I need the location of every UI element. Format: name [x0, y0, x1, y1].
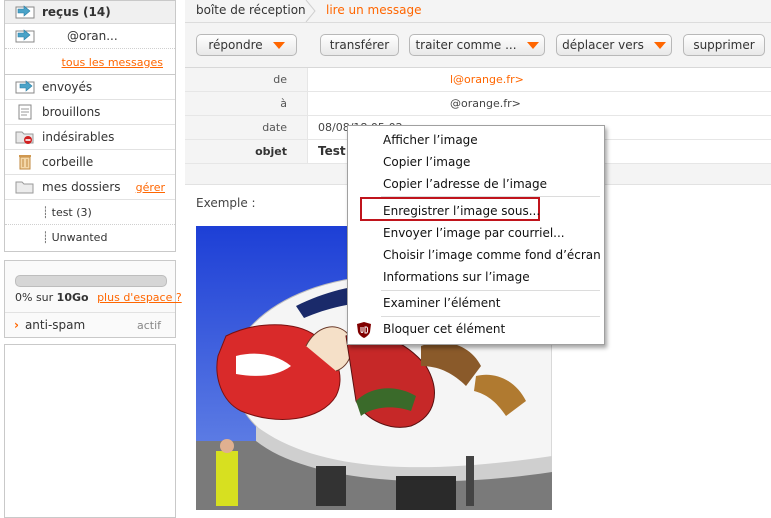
sidebar-item-unwanted[interactable]: ┊ Unwanted — [5, 225, 175, 249]
menu-item-email-image[interactable]: Envoyer l’image par courriel... — [383, 226, 565, 240]
reply-label: répondre — [208, 38, 263, 52]
all-messages-link[interactable]: tous les messages — [62, 56, 163, 69]
sent-icon — [15, 79, 35, 95]
sent-label: envoyés — [42, 80, 93, 94]
subject-label: objet — [255, 145, 287, 158]
process-as-label: traiter comme ... — [415, 38, 517, 52]
menu-item-copy-image-address[interactable]: Copier l’adresse de l’image — [383, 177, 547, 191]
menu-item-set-as-wallpaper[interactable]: Choisir l’image comme fond d’écran — [383, 248, 601, 262]
delete-label: supprimer — [693, 38, 755, 52]
breadcrumb-separator-icon — [305, 0, 316, 22]
account-icon — [15, 28, 35, 44]
sidebar-item-drafts[interactable]: brouillons — [5, 100, 175, 125]
folders-box: envoyés brouillons indésirables corbeill… — [4, 74, 176, 252]
process-as-button[interactable]: traiter comme ... — [409, 34, 545, 56]
header-label-cell: date — [185, 116, 308, 139]
menu-item-inspect-element[interactable]: Examiner l’élément — [383, 296, 500, 310]
chevron-down-icon — [272, 41, 285, 49]
from-value[interactable]: l@orange.fr> — [450, 73, 524, 86]
sidebar-item-my-folders[interactable]: mes dossiers gérer — [5, 175, 175, 200]
storage-box: 0% sur 10Go plus d'espace ? › anti-spam … — [4, 260, 182, 338]
breadcrumb-inbox[interactable]: boîte de réception — [196, 3, 306, 17]
message-body-text: Exemple : — [196, 196, 256, 210]
inbox-label: reçus (14) — [42, 5, 111, 19]
antispam-label: anti-spam — [24, 318, 86, 332]
inbox-icon — [15, 4, 35, 20]
chevron-right-icon: › — [14, 318, 19, 332]
menu-item-view-image[interactable]: Afficher l’image — [383, 133, 478, 147]
date-label: date — [262, 121, 287, 134]
sidebar-empty-box — [4, 344, 176, 518]
storage-capacity: 10Go — [56, 291, 89, 304]
menu-separator — [381, 290, 600, 291]
chevron-down-icon — [653, 41, 666, 49]
ublock-shield-icon — [357, 322, 371, 338]
spam-label: indésirables — [42, 130, 115, 144]
storage-progress-bar — [15, 275, 167, 287]
forward-button[interactable]: transférer — [320, 34, 399, 56]
drafts-icon — [15, 104, 35, 120]
menu-item-image-info[interactable]: Informations sur l’image — [383, 270, 530, 284]
context-menu: Afficher l’image Copier l’image Copier l… — [347, 125, 605, 345]
trash-label: corbeille — [42, 155, 94, 169]
account-label: @oran... — [67, 29, 118, 43]
move-to-label: déplacer vers — [562, 38, 644, 52]
spam-icon — [15, 129, 35, 145]
from-label: de — [273, 73, 287, 86]
subfolder-unwanted-label: Unwanted — [51, 230, 108, 244]
trash-icon — [15, 154, 35, 170]
my-folders-label: mes dossiers — [42, 180, 121, 194]
antispam-status: actif — [136, 318, 161, 332]
menu-item-block-element[interactable]: Bloquer cet élément — [383, 322, 505, 336]
manage-folders-link[interactable]: gérer — [136, 181, 165, 194]
header-label-cell: de — [185, 68, 308, 91]
to-value: @orange.fr> — [450, 97, 521, 110]
sidebar-item-test[interactable]: ┊ test (3) — [5, 200, 175, 225]
sidebar-item-trash[interactable]: corbeille — [5, 150, 175, 175]
storage-used: 0% sur — [15, 291, 57, 304]
menu-item-save-image-as[interactable]: Enregistrer l’image sous... — [383, 204, 540, 218]
breadcrumb-current: lire un message — [326, 3, 422, 17]
breadcrumb: boîte de réception lire un message — [185, 0, 771, 23]
storage-text: 0% sur 10Go plus d'espace ? — [15, 291, 182, 304]
to-label: à — [280, 97, 287, 110]
forward-label: transférer — [329, 38, 390, 52]
header-label-cell: objet — [185, 140, 308, 163]
header-to-row: à @orange.fr> — [185, 92, 771, 116]
chevron-down-icon — [526, 41, 539, 49]
more-space-link[interactable]: plus d'espace ? — [97, 291, 182, 304]
subject-value: Test — [318, 144, 346, 158]
header-label-cell: à — [185, 92, 308, 115]
folder-icon — [15, 179, 35, 195]
subfolder-branch-icon: ┊ — [42, 205, 49, 219]
subfolder-branch-icon: ┊ — [42, 230, 49, 244]
sidebar: reçus (14) @oran... tous les messages en… — [4, 0, 182, 518]
delete-button[interactable]: supprimer — [683, 34, 765, 56]
sidebar-item-spam[interactable]: indésirables — [5, 125, 175, 150]
menu-separator — [381, 316, 600, 317]
drafts-label: brouillons — [42, 105, 101, 119]
toolbar: répondre transférer traiter comme ... dé… — [185, 23, 771, 68]
subfolder-test-label: test (3) — [51, 205, 92, 219]
reply-button[interactable]: répondre — [196, 34, 297, 56]
move-to-button[interactable]: déplacer vers — [556, 34, 672, 56]
sidebar-item-sent[interactable]: envoyés — [5, 75, 175, 100]
header-from-row: de l@orange.fr> — [185, 68, 771, 92]
sidebar-item-account[interactable]: @oran... — [5, 24, 175, 49]
menu-item-copy-image[interactable]: Copier l’image — [383, 155, 470, 169]
inbox-box: reçus (14) @oran... tous les messages — [4, 0, 176, 76]
sidebar-item-inbox[interactable]: reçus (14) — [5, 1, 175, 24]
antispam-row[interactable]: › anti-spam actif — [5, 312, 175, 337]
